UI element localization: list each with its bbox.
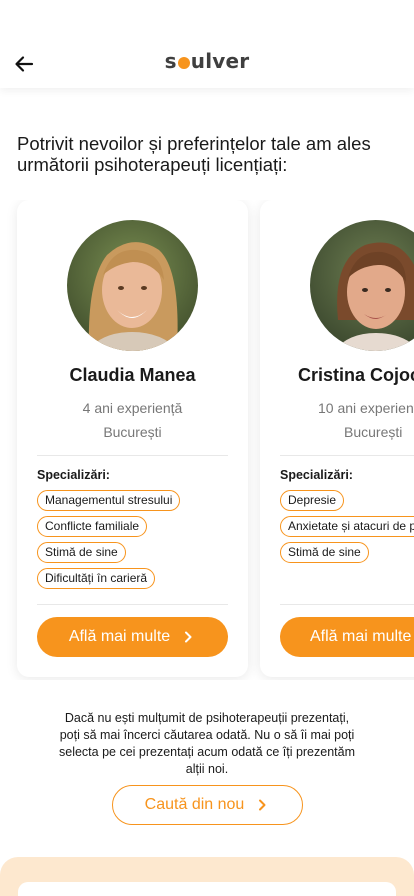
specializations-title: Specializări: xyxy=(280,468,353,482)
therapist-name: Claudia Manea xyxy=(69,365,196,385)
specialization-tags: Managementul stresului Conflicte familia… xyxy=(37,490,252,594)
specialization-tag: Managementul stresului xyxy=(37,490,181,511)
divider xyxy=(37,455,228,456)
app-header: s ulver xyxy=(0,0,414,88)
learn-more-label: Află mai multe xyxy=(310,628,412,645)
specialization-tag: Depresie xyxy=(280,490,345,511)
therapist-card: Cristina Cojoc 10 ani experiență Bucureș… xyxy=(260,200,414,677)
chevron-right-icon xyxy=(259,799,266,811)
specialization-tags: Depresie Anxietate și atacuri de panică … xyxy=(280,490,414,568)
logo-suffix: ulver xyxy=(190,49,250,73)
chevron-right-icon xyxy=(185,631,192,643)
therapist-city: București xyxy=(344,424,403,440)
therapist-card: Claudia Manea 4 ani experiență București… xyxy=(17,200,248,677)
learn-more-button[interactable]: Află mai multe xyxy=(37,617,228,657)
divider xyxy=(280,604,414,605)
divider xyxy=(280,455,414,456)
bottom-panel xyxy=(18,882,396,896)
app-logo: s ulver xyxy=(0,49,414,73)
therapist-avatar xyxy=(67,220,198,351)
specializations-title: Specializări: xyxy=(37,468,110,482)
specialization-tag: Stimă de sine xyxy=(280,542,369,563)
specialization-tag: Anxietate și atacuri de panică xyxy=(280,516,414,537)
retry-note: Dacă nu ești mulțumit de psihoterapeuții… xyxy=(59,711,355,776)
specialization-tag: Conflicte familiale xyxy=(37,516,148,537)
search-again-button[interactable]: Caută din nou xyxy=(112,785,303,825)
therapist-experience: 4 ani experiență xyxy=(82,400,183,416)
therapist-name: Cristina Cojoc xyxy=(298,365,414,385)
specialization-tag: Stimă de sine xyxy=(37,542,126,563)
therapist-avatar xyxy=(310,220,414,351)
specialization-tag: Dificultăți în carieră xyxy=(37,568,156,589)
logo-dot-icon xyxy=(177,57,190,69)
divider xyxy=(37,604,228,605)
logo-prefix: s xyxy=(164,49,177,73)
learn-more-label: Află mai multe xyxy=(68,628,171,645)
learn-more-button[interactable]: Află mai multe xyxy=(280,617,414,657)
therapist-experience: 10 ani experiență xyxy=(318,400,414,416)
search-again-label: Caută din nou xyxy=(144,796,245,813)
intro-text: Potrivit nevoilor și preferințelor tale … xyxy=(17,133,371,175)
therapist-city: București xyxy=(103,424,162,440)
therapist-carousel[interactable]: Claudia Manea 4 ani experiență București… xyxy=(0,200,414,680)
